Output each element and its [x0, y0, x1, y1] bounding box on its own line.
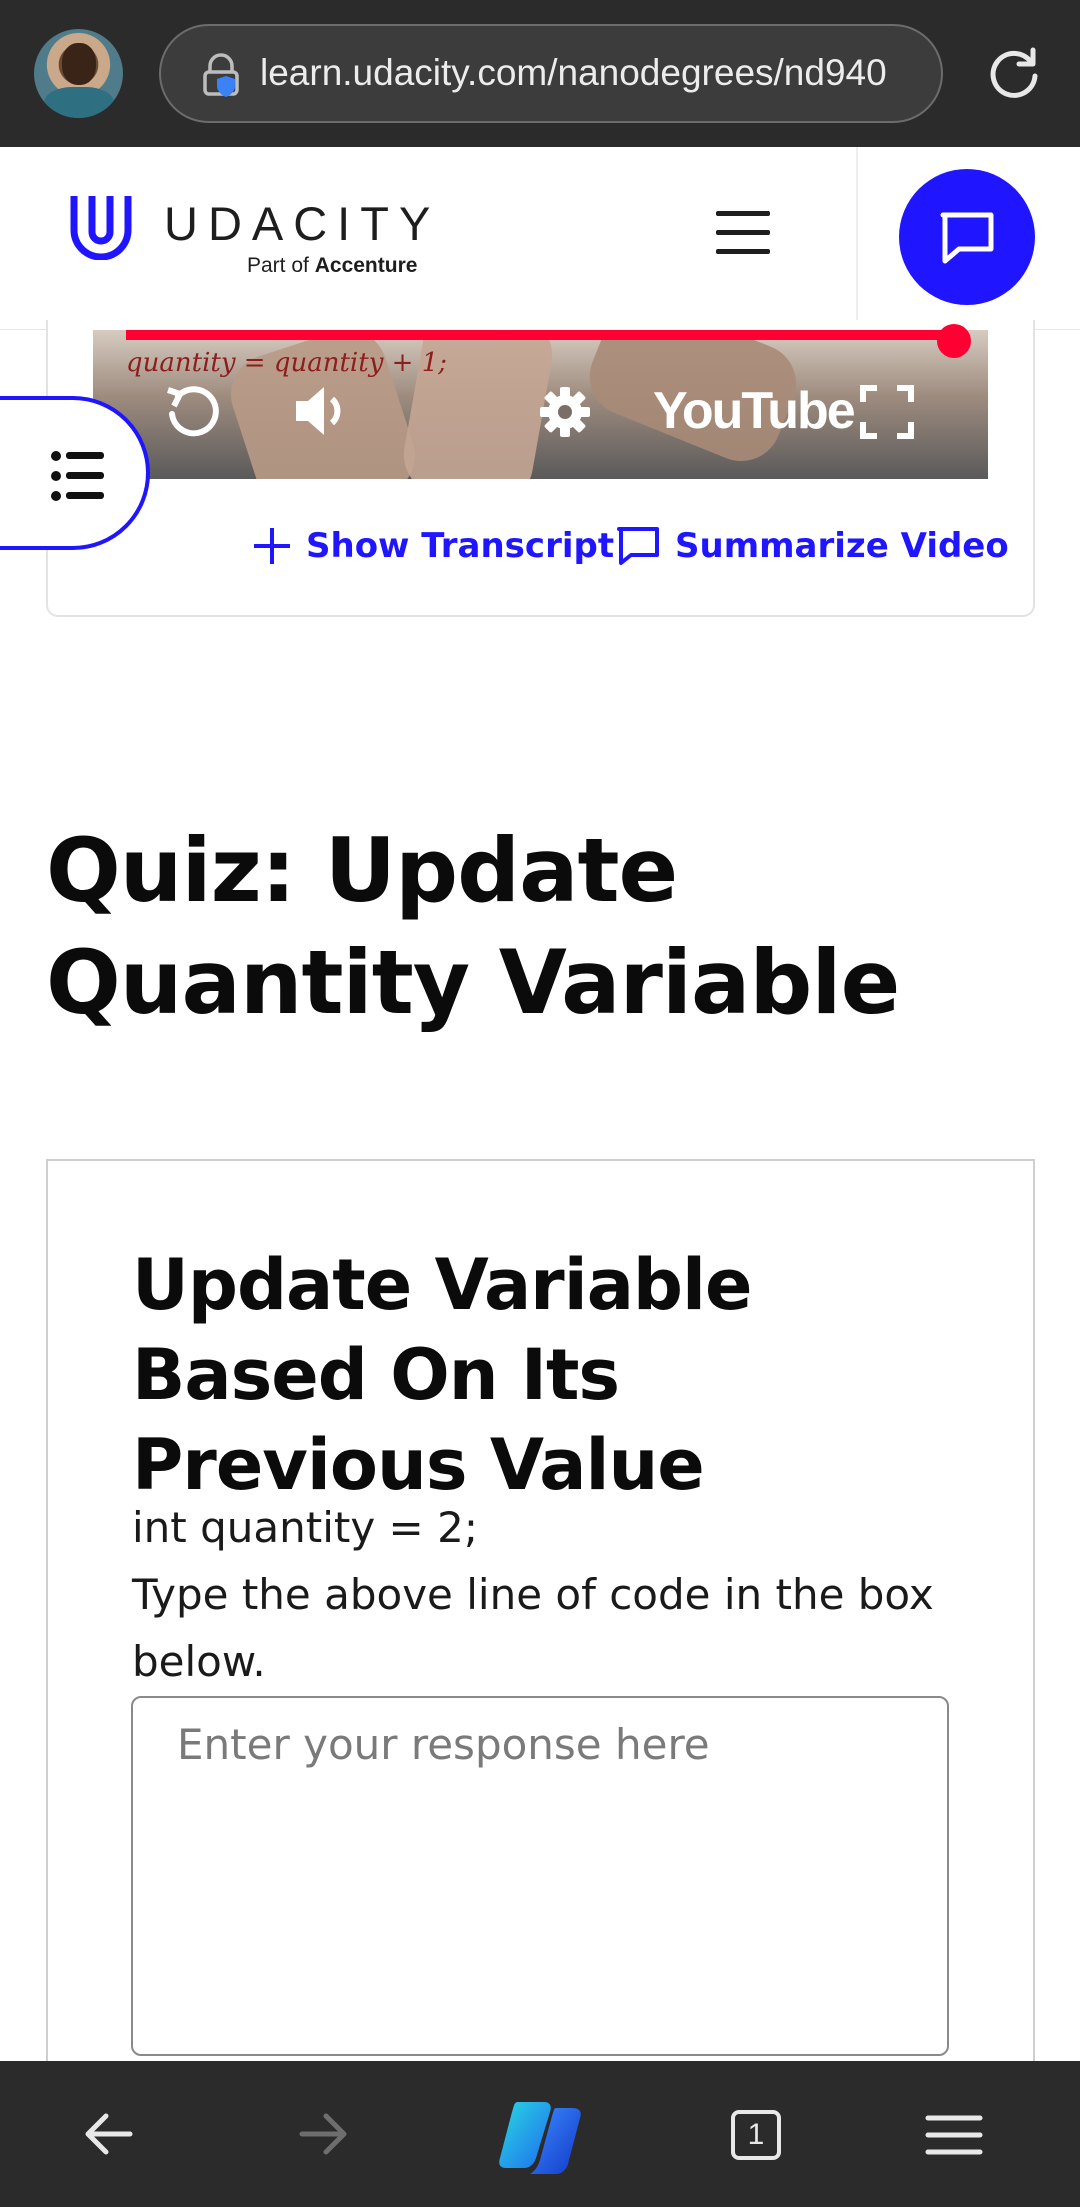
url-text[interactable]: learn.udacity.com/nanodegrees/nd940 [260, 48, 920, 98]
volume-icon[interactable] [292, 383, 356, 439]
show-transcript-label: Show Transcript [306, 526, 615, 566]
response-input[interactable] [131, 1696, 949, 2056]
table-of-contents-button[interactable] [0, 396, 150, 550]
replay-icon[interactable] [162, 380, 222, 440]
summarize-video-link[interactable]: Summarize Video [615, 520, 1009, 572]
menu-icon[interactable] [925, 2114, 983, 2156]
comment-icon [617, 527, 659, 565]
tagline-prefix: Part of [247, 254, 309, 277]
chat-button[interactable] [899, 169, 1035, 305]
udacity-logo-icon[interactable] [66, 190, 136, 260]
list-icon [51, 451, 104, 501]
settings-gear-icon[interactable] [538, 385, 592, 439]
brand-tagline: Part of Accenture [247, 254, 417, 278]
lock-icon[interactable] [198, 52, 244, 98]
header-divider [856, 147, 858, 330]
summarize-video-label: Summarize Video [675, 526, 1009, 566]
quiz-heading: Update Variable Based On Its Previous Va… [132, 1244, 753, 1506]
video-code-overlay: quantity = quantity + 1; [126, 348, 448, 378]
hamburger-menu-icon[interactable] [716, 211, 770, 255]
video-progress-bar[interactable] [126, 330, 955, 340]
page-title: Quiz: Update Quantity Variable [46, 819, 900, 1034]
reload-icon[interactable] [985, 44, 1043, 102]
profile-avatar[interactable] [34, 29, 123, 118]
back-arrow-icon[interactable] [82, 2110, 134, 2158]
brand-wordmark[interactable]: UDACITY [164, 196, 440, 251]
youtube-logo[interactable]: YouTube [653, 381, 856, 441]
quiz-instruction: Type the above line of code in the box b… [132, 1570, 934, 1686]
copilot-icon[interactable] [496, 2098, 584, 2178]
show-transcript-link[interactable]: Show Transcript [252, 520, 614, 572]
chat-icon [940, 212, 994, 264]
video-progress-handle[interactable] [937, 324, 971, 358]
plus-icon [254, 528, 290, 564]
tabs-icon[interactable]: 1 [731, 2110, 781, 2160]
tagline-brand: Accenture [314, 254, 418, 277]
quiz-code-line: int quantity = 2; [132, 1503, 478, 1552]
forward-arrow-icon [299, 2113, 347, 2155]
fullscreen-icon[interactable] [859, 384, 915, 440]
